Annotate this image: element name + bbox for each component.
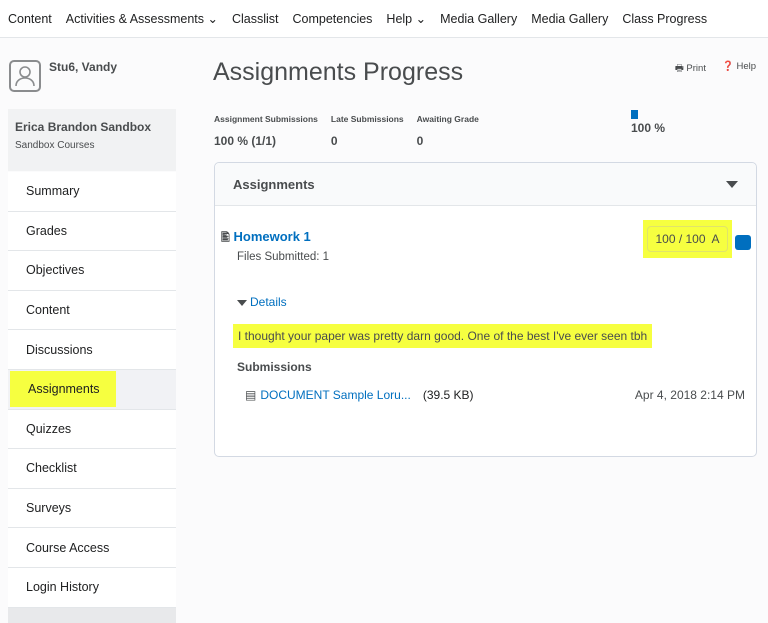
nav-class-progress[interactable]: Class Progress: [622, 12, 707, 26]
grade-value: 100 / 100 A: [647, 226, 728, 252]
sidebar-item-discussions[interactable]: Discussions: [8, 330, 176, 370]
nav-competencies[interactable]: Competencies: [293, 12, 373, 26]
stat-awaiting: Awaiting Grade 0: [417, 114, 479, 148]
sidebar-footer: [8, 608, 176, 623]
grade-highlight: 100 / 100 A: [643, 220, 732, 258]
sidebar-label: Checklist: [26, 461, 77, 476]
help-icon: ❓: [721, 61, 734, 72]
avatar-icon: [9, 60, 41, 92]
assignments-panel: Assignments 🖺 Homework 1 Files Submitted…: [214, 162, 757, 457]
stat-late: Late Submissions 0: [331, 114, 404, 148]
sidebar-item-login-history[interactable]: Login History: [8, 567, 176, 608]
submission-date: Apr 4, 2018 2:14 PM: [634, 388, 745, 402]
stat-label: Assignment Submissions: [214, 114, 318, 124]
top-nav: Content Activities & Assessments ⌄ Class…: [0, 0, 768, 38]
files-submitted: Files Submitted: 1: [237, 251, 330, 263]
sidebar-item-grades[interactable]: Grades: [8, 211, 176, 252]
nav-classlist[interactable]: Classlist: [232, 12, 279, 26]
sidebar-label: Content: [26, 303, 70, 318]
sidebar-item-content[interactable]: Content: [8, 290, 176, 331]
sidebar: Summary Grades Objectives Content Discus…: [8, 172, 176, 608]
sidebar-label: Assignments: [10, 371, 116, 408]
progress-bar: [631, 110, 638, 119]
user-name: Stu6, Vandy: [49, 60, 118, 74]
help-button[interactable]: ❓ Help: [722, 61, 756, 77]
sidebar-label: Course Access: [26, 540, 110, 555]
panel-title: Assignments: [233, 176, 315, 192]
stat-value: 0: [330, 134, 338, 148]
nav-help[interactable]: Help ⌄: [386, 11, 426, 26]
print-button[interactable]: 🖶 Print: [675, 61, 706, 77]
stats: Assignment Submissions 100 % (1/1) Late S…: [214, 114, 479, 148]
page-tools: 🖶 Print ❓ Help: [675, 61, 756, 77]
nav-content[interactable]: Content: [8, 12, 52, 26]
sidebar-label: Quizzes: [26, 421, 72, 436]
sidebar-item-course-access[interactable]: Course Access: [8, 528, 176, 568]
caret-down-icon[interactable]: [726, 180, 738, 188]
sidebar-label: Summary: [26, 184, 80, 199]
panel-header[interactable]: Assignments: [215, 163, 756, 206]
print-label: Print: [686, 63, 706, 74]
sidebar-item-assignments[interactable]: Assignments: [8, 369, 176, 410]
user-card: Stu6, Vandy: [9, 60, 117, 92]
sidebar-label: Objectives: [26, 263, 85, 278]
nav-activities[interactable]: Activities & Assessments ⌄: [66, 11, 218, 26]
sidebar-label: Login History: [26, 580, 99, 595]
stat-submissions: Assignment Submissions 100 % (1/1): [214, 114, 318, 148]
feedback-text: I thought your paper was pretty darn goo…: [233, 324, 653, 348]
submission-size: (39.5 KB): [422, 388, 474, 402]
sidebar-item-quizzes[interactable]: Quizzes: [8, 409, 176, 450]
sidebar-item-checklist[interactable]: Checklist: [8, 449, 176, 489]
nav-media-gallery[interactable]: Media Gallery: [440, 12, 517, 26]
details-toggle[interactable]: Details: [237, 295, 287, 309]
grade-indicator: [735, 235, 751, 250]
assignment-icon: 🖺: [221, 232, 230, 244]
assignment-name: Homework 1: [233, 229, 311, 244]
course-title: Erica Brandon Sandbox: [15, 120, 152, 134]
nav-media-gallery-2[interactable]: Media Gallery: [531, 12, 608, 26]
help-label: Help: [736, 61, 756, 72]
course-subtitle: Sandbox Courses: [15, 140, 95, 151]
details-label: Details: [250, 295, 287, 309]
printer-icon: 🖶: [674, 63, 684, 74]
triangle-down-icon: [237, 300, 247, 306]
sidebar-item-surveys[interactable]: Surveys: [8, 488, 176, 529]
document-icon: ▤: [245, 388, 257, 402]
assignment-link[interactable]: 🖺 Homework 1: [221, 229, 311, 248]
course-card: Erica Brandon Sandbox Sandbox Courses: [8, 109, 176, 171]
stat-value: 0: [416, 134, 424, 148]
sidebar-label: Discussions: [26, 342, 93, 357]
stat-value: 100 % (1/1): [214, 134, 277, 148]
sidebar-item-summary[interactable]: Summary: [8, 172, 176, 212]
progress-percent: 100 %: [631, 121, 666, 135]
submission-link[interactable]: DOCUMENT Sample Loru...: [260, 388, 411, 402]
sidebar-label: Surveys: [26, 501, 72, 516]
page-title: Assignments Progress: [213, 58, 464, 86]
stat-label: Late Submissions: [330, 114, 404, 124]
submission-row: ▤ DOCUMENT Sample Loru... (39.5 KB) Apr …: [245, 388, 745, 402]
stat-label: Awaiting Grade: [416, 114, 479, 124]
submissions-heading: Submissions: [237, 360, 312, 374]
sidebar-label: Grades: [26, 223, 67, 238]
sidebar-item-objectives[interactable]: Objectives: [8, 251, 176, 291]
